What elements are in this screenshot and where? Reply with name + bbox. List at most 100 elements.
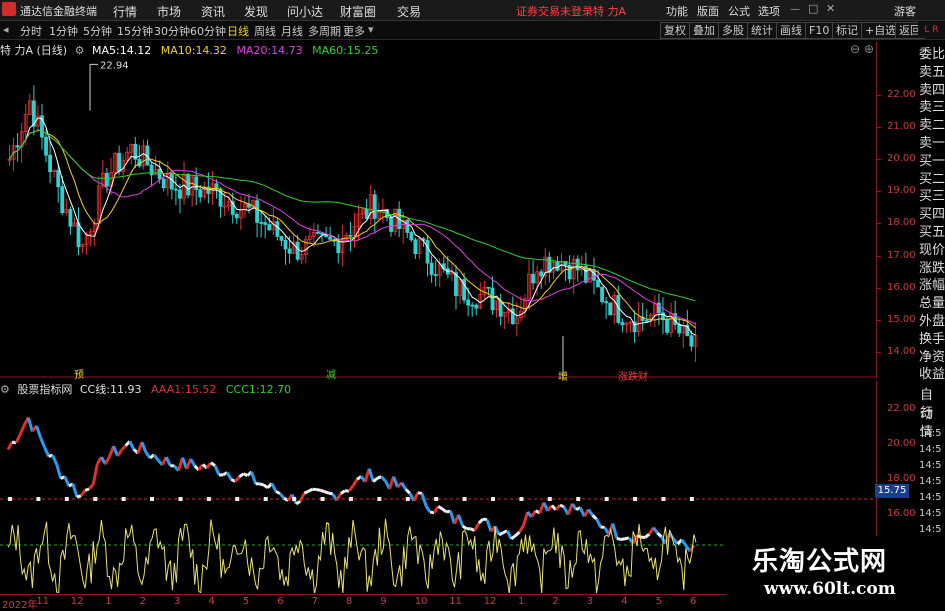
tab-period-30min[interactable]: 30分钟 xyxy=(154,23,190,39)
quote-field-label[interactable]: 买一 xyxy=(919,153,945,171)
annotation-increase[interactable]: 增 xyxy=(558,368,568,383)
adjust-button[interactable]: 复权 xyxy=(660,22,690,39)
quote-field-label[interactable]: 现价 xyxy=(919,242,945,260)
quote-field-label[interactable]: 买五 xyxy=(919,224,945,242)
quote-field-label[interactable]: 净资 xyxy=(919,349,945,367)
quote-field-label[interactable]: 买四 xyxy=(919,206,945,224)
quote-field-label[interactable]: 卖三 xyxy=(919,99,945,117)
multi-stock-button[interactable]: 多股 xyxy=(718,22,748,39)
chevron-down-icon[interactable]: ▾ xyxy=(368,23,374,36)
candle-body xyxy=(195,177,198,190)
signal-marker xyxy=(491,497,495,501)
menu-discover[interactable]: 发现 xyxy=(244,3,268,20)
current-price-tag: 15.75 xyxy=(875,484,909,498)
menu-function[interactable]: 功能 xyxy=(666,3,688,19)
aaa1-segment xyxy=(260,484,264,485)
panel-badge[interactable]: L R xyxy=(918,22,945,38)
annotation-finance[interactable]: 涨跌财 xyxy=(618,368,648,383)
quote-field-label[interactable]: 买三 xyxy=(919,188,945,206)
aaa1-segment xyxy=(353,479,357,486)
tab-period-15min[interactable]: 15分钟 xyxy=(117,23,153,39)
menu-ask[interactable]: 问小达 xyxy=(287,3,323,20)
overlay-button[interactable]: 叠加 xyxy=(689,22,719,39)
aaa1-segment xyxy=(515,532,519,536)
tab-period-60min[interactable]: 60分钟 xyxy=(190,23,226,39)
ma5-line xyxy=(10,118,696,335)
candle-body xyxy=(118,153,121,171)
zoom-in-icon[interactable]: ⊕ xyxy=(864,42,874,56)
tab-period-daily[interactable]: 日线 xyxy=(227,23,249,39)
aaa1-segment xyxy=(28,418,32,432)
x-axis-tick: 4 xyxy=(621,596,627,607)
signal-marker xyxy=(235,497,239,501)
x-axis-tick: 8 xyxy=(346,596,352,607)
annotation-pre[interactable]: 预 xyxy=(74,366,84,381)
aaa1-segment xyxy=(308,489,312,491)
f10-button[interactable]: F10 xyxy=(805,22,833,39)
quote-field-label[interactable]: 卖二 xyxy=(919,117,945,135)
tab-period-5min[interactable]: 5分钟 xyxy=(83,23,112,39)
mark-button[interactable]: 标记 xyxy=(832,22,862,39)
quote-field-label[interactable]: 换手 xyxy=(919,331,945,349)
quote-field-label[interactable]: 收益 xyxy=(919,366,945,384)
aaa1-segment xyxy=(57,464,61,478)
signal-marker xyxy=(65,497,69,501)
candle-body xyxy=(414,240,417,254)
candle-body xyxy=(162,179,165,188)
quote-field-label[interactable]: 卖五 xyxy=(919,64,945,82)
annotation-reduce[interactable]: 减 xyxy=(326,366,336,381)
aaa1-segment xyxy=(325,492,329,493)
aaa1-segment xyxy=(442,509,446,512)
close-icon[interactable]: ✕ xyxy=(826,2,835,15)
main-kline-chart[interactable]: 22.9412.27 xyxy=(0,56,876,378)
signal-marker xyxy=(633,497,637,501)
menu-layout[interactable]: 版面 xyxy=(697,3,719,19)
quote-field-label[interactable]: 买二 xyxy=(919,171,945,189)
menu-news[interactable]: 资讯 xyxy=(201,3,225,20)
menu-market[interactable]: 市场 xyxy=(157,3,181,20)
time-label: 14:5 xyxy=(919,444,941,455)
signal-marker xyxy=(349,497,353,501)
quote-field-label[interactable]: 总量 xyxy=(919,295,945,313)
signal-marker xyxy=(36,497,40,501)
guest-user[interactable]: 游客 xyxy=(894,3,916,19)
tab-period-1min[interactable]: 1分钟 xyxy=(49,23,78,39)
tab-period-monthly[interactable]: 月线 xyxy=(281,23,303,39)
signal-marker xyxy=(292,497,296,501)
aaa1-segment xyxy=(523,512,527,525)
candle-body xyxy=(199,190,202,197)
tab-period-more[interactable]: 更多 xyxy=(343,23,365,39)
quote-field-label[interactable]: 涨幅 xyxy=(919,277,945,295)
main-y-tick-mark xyxy=(876,95,881,96)
quote-field-label[interactable]: 外盘 xyxy=(919,313,945,331)
candle-body xyxy=(390,217,393,231)
back-arrow-icon[interactable]: ◂ xyxy=(3,23,9,36)
signal-marker xyxy=(406,497,410,501)
quote-field-label[interactable]: 卖四 xyxy=(919,82,945,100)
aaa1-segment xyxy=(406,489,410,493)
aaa1-segment xyxy=(329,493,333,494)
menu-wealth[interactable]: 财富圈 xyxy=(340,3,376,20)
main-y-tick-mark xyxy=(876,256,881,257)
main-y-tick: 18.00 xyxy=(887,217,916,228)
aaa1-segment xyxy=(118,450,122,456)
tab-period-weekly[interactable]: 周线 xyxy=(254,23,276,39)
tab-period-tick[interactable]: 分时 xyxy=(20,23,42,39)
aaa1-segment xyxy=(487,520,491,532)
stats-button[interactable]: 统计 xyxy=(747,22,777,39)
quote-field-label[interactable]: 委比 xyxy=(919,46,945,64)
draw-line-button[interactable]: 画线 xyxy=(776,22,806,39)
minimize-icon[interactable]: — xyxy=(790,4,800,15)
quote-field-label[interactable]: 涨跌 xyxy=(919,260,945,278)
candle-body xyxy=(430,263,433,274)
menu-options[interactable]: 选项 xyxy=(758,3,780,19)
menu-formula[interactable]: 公式 xyxy=(728,3,750,19)
candle-body xyxy=(426,240,429,263)
aaa1-segment xyxy=(154,455,158,460)
menu-quotes[interactable]: 行情 xyxy=(113,3,137,20)
maximize-icon[interactable]: □ xyxy=(808,2,818,15)
quote-field-label[interactable]: 卖一 xyxy=(919,135,945,153)
tab-period-multi[interactable]: 多周期 xyxy=(308,23,341,39)
zoom-out-icon[interactable]: ⊖ xyxy=(850,42,860,56)
menu-trade[interactable]: 交易 xyxy=(397,3,421,20)
